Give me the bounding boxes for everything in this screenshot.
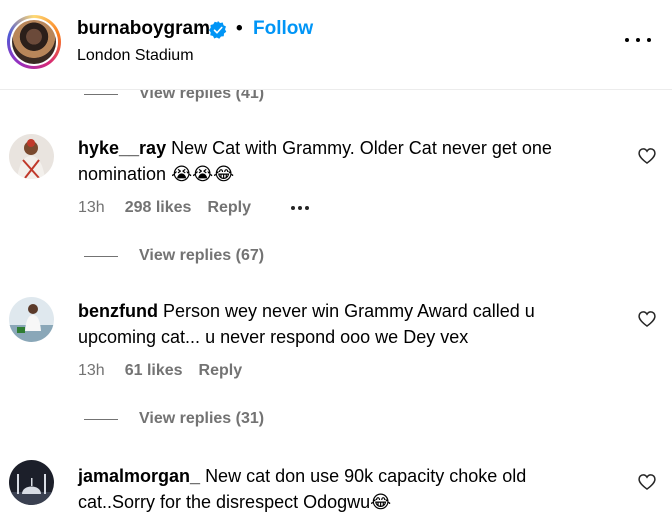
comment-meta: 13h 61 likes Reply xyxy=(78,360,242,382)
verified-badge-icon xyxy=(209,21,227,39)
comment-emojis: 😭😭😂 xyxy=(171,164,235,184)
commenter-avatar[interactable] xyxy=(9,134,54,179)
follow-button[interactable]: Follow xyxy=(253,18,313,40)
profile-avatar[interactable] xyxy=(7,15,61,69)
comment-time[interactable]: 13h xyxy=(78,362,105,380)
view-replies-label: View replies (67) xyxy=(139,247,265,264)
comment-body: jamalmorgan_ New cat don use 90k capacit… xyxy=(78,463,598,515)
commenter-avatar[interactable] xyxy=(9,297,54,342)
comment-body: benzfund Person wey never win Grammy Awa… xyxy=(78,298,598,350)
view-replies-label: View replies (31) xyxy=(139,410,265,427)
comment-username[interactable]: hyke__ray xyxy=(78,138,166,158)
post-header: burnaboygram • Follow London Stadium xyxy=(0,0,672,90)
replies-divider xyxy=(84,418,118,420)
replies-divider xyxy=(84,255,118,257)
replies-divider xyxy=(84,93,118,95)
more-options-icon[interactable] xyxy=(623,28,653,52)
avatar-photo xyxy=(9,460,54,505)
avatar-photo xyxy=(9,134,54,179)
comment-username[interactable]: jamalmorgan_ xyxy=(78,466,200,486)
view-replies-button[interactable]: View replies (67) xyxy=(84,245,264,267)
reply-button[interactable]: Reply xyxy=(199,362,243,380)
heart-icon[interactable] xyxy=(637,146,657,166)
post-location[interactable]: London Stadium xyxy=(77,47,194,65)
comment-emojis: 😂 xyxy=(370,492,392,512)
comment-time[interactable]: 13h xyxy=(78,199,105,217)
avatar-photo xyxy=(12,20,56,64)
view-replies-button[interactable]: View replies (31) xyxy=(84,408,264,430)
comment-likes[interactable]: 61 likes xyxy=(125,362,183,380)
ellipsis-icon[interactable] xyxy=(291,206,310,210)
comment-body: hyke__ray New Cat with Grammy. Older Cat… xyxy=(78,135,598,187)
header-separator: • xyxy=(236,18,243,39)
reply-button[interactable]: Reply xyxy=(207,199,251,217)
heart-icon[interactable] xyxy=(637,309,657,329)
post-username[interactable]: burnaboygram xyxy=(77,18,210,40)
comment-username[interactable]: benzfund xyxy=(78,301,158,321)
comment-likes[interactable]: 298 likes xyxy=(125,199,192,217)
avatar-photo xyxy=(9,297,54,342)
heart-icon[interactable] xyxy=(637,472,657,492)
comment-meta: 13h 298 likes Reply xyxy=(78,197,310,219)
commenter-avatar[interactable] xyxy=(9,460,54,505)
